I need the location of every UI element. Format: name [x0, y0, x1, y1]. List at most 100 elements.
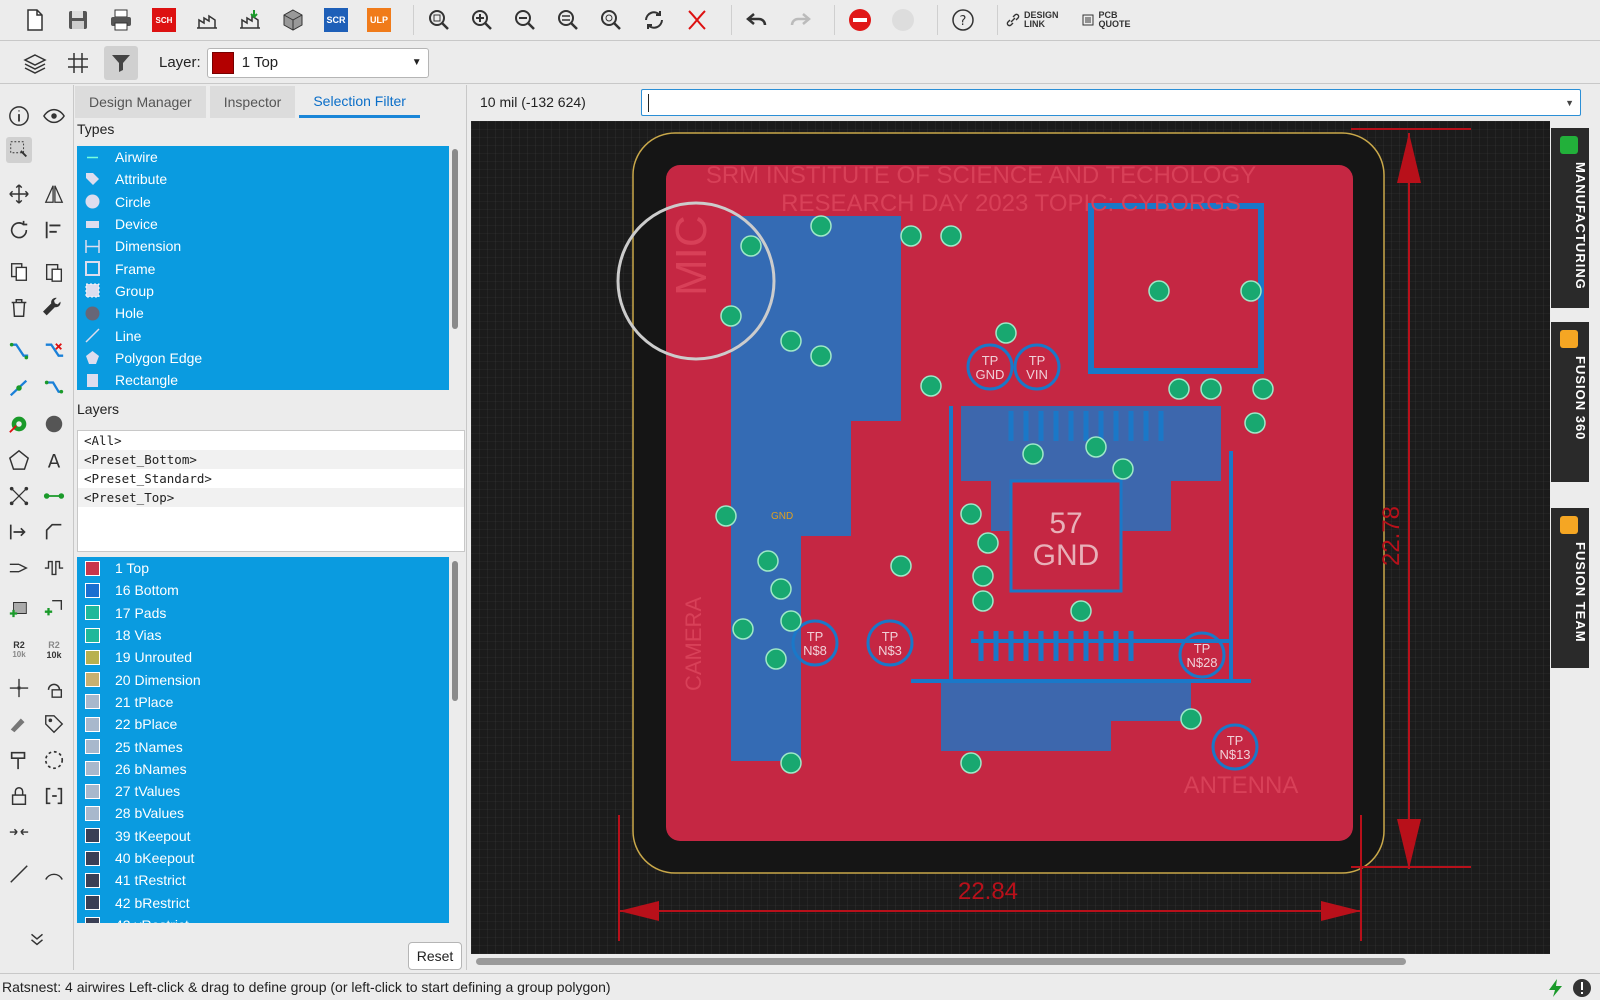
- layer-preset-item[interactable]: <Preset_Top>: [78, 488, 464, 507]
- new-file-icon[interactable]: [18, 3, 52, 37]
- layer-preset-item[interactable]: <Preset_Bottom>: [78, 450, 464, 469]
- type-item-device[interactable]: Device: [77, 213, 449, 235]
- info-icon[interactable]: [6, 103, 32, 129]
- layer-item[interactable]: 40 bKeepout: [77, 847, 449, 869]
- copy-icon[interactable]: [6, 259, 32, 285]
- attach-icon[interactable]: [6, 519, 32, 545]
- layer-preset-item[interactable]: <Preset_Standard>: [78, 469, 464, 488]
- sch-brd-switch-icon[interactable]: SCH: [147, 3, 181, 37]
- layer-item[interactable]: 27 tValues: [77, 780, 449, 802]
- ripup-icon[interactable]: [41, 339, 67, 365]
- zoom-out-icon[interactable]: [508, 3, 542, 37]
- layer-item[interactable]: 28 bValues: [77, 802, 449, 824]
- ulp-icon[interactable]: ULP: [362, 3, 396, 37]
- lightning-icon[interactable]: [1546, 978, 1566, 998]
- layer-item[interactable]: 42 bRestrict: [77, 891, 449, 913]
- horizontal-scrollbar[interactable]: [476, 958, 1406, 965]
- rotate-icon[interactable]: [6, 217, 32, 243]
- right-tab-fusion-360[interactable]: FUSION 360: [1551, 322, 1589, 482]
- grid-icon[interactable]: [61, 46, 95, 80]
- stop-icon[interactable]: [843, 3, 877, 37]
- layer-item[interactable]: 16 Bottom: [77, 579, 449, 601]
- layer-item[interactable]: 21 tPlace: [77, 691, 449, 713]
- board-canvas[interactable]: 57 GND SRM INSTITUTE OF SCIENCE AND TECH…: [471, 121, 1550, 954]
- cam-processor-icon[interactable]: [190, 3, 224, 37]
- go-icon[interactable]: [886, 3, 920, 37]
- layers-icon[interactable]: [18, 46, 52, 80]
- move-icon[interactable]: [6, 181, 32, 207]
- text-tool-icon[interactable]: A: [41, 447, 67, 473]
- type-item-attribute[interactable]: Attribute: [77, 168, 449, 190]
- tab-design-manager[interactable]: Design Manager: [75, 86, 206, 118]
- layer-item[interactable]: 17 Pads: [77, 602, 449, 624]
- wrench-icon[interactable]: [41, 295, 67, 321]
- group-select-icon[interactable]: [6, 137, 32, 163]
- filter-icon[interactable]: [104, 45, 138, 80]
- net-icon[interactable]: [6, 483, 32, 509]
- type-item-dimension[interactable]: Dimension: [77, 235, 449, 257]
- pcb-quote-button[interactable]: PCB QUOTE: [1081, 11, 1131, 29]
- type-item-group[interactable]: Group: [77, 280, 449, 302]
- line-tool-icon[interactable]: [6, 861, 32, 887]
- 3d-view-icon[interactable]: [276, 3, 310, 37]
- via-icon[interactable]: [6, 411, 32, 437]
- paint-icon[interactable]: [6, 711, 32, 737]
- command-input[interactable]: ▼: [641, 89, 1581, 116]
- polygon-tool-icon[interactable]: [6, 447, 32, 473]
- arc-tool-icon[interactable]: [41, 861, 67, 887]
- wave-icon[interactable]: [41, 555, 67, 581]
- zoom-last-icon[interactable]: [551, 3, 585, 37]
- layer-select[interactable]: 1 Top ▼: [206, 47, 429, 78]
- value-icon[interactable]: R2 10k: [41, 637, 67, 663]
- type-item-line[interactable]: Line: [77, 324, 449, 346]
- type-item-circle[interactable]: Circle: [77, 191, 449, 213]
- undo-icon[interactable]: [740, 3, 774, 37]
- save-icon[interactable]: [61, 3, 95, 37]
- expand-more-icon[interactable]: [24, 925, 50, 951]
- layer-item[interactable]: 20 Dimension: [77, 668, 449, 690]
- add-part-icon[interactable]: [6, 595, 32, 621]
- layer-item[interactable]: 22 bPlace: [77, 713, 449, 735]
- types-scrollbar[interactable]: [452, 149, 458, 329]
- script-icon[interactable]: SCR: [319, 3, 353, 37]
- tab-selection-filter[interactable]: Selection Filter: [299, 86, 420, 118]
- split-icon[interactable]: [6, 375, 32, 401]
- route-icon[interactable]: [6, 339, 32, 365]
- ratsnest-icon[interactable]: [680, 3, 714, 37]
- layer-item[interactable]: 26 bNames: [77, 758, 449, 780]
- layer-item[interactable]: 25 tNames: [77, 735, 449, 757]
- meander-icon[interactable]: [6, 555, 32, 581]
- miter-icon[interactable]: [41, 519, 67, 545]
- help-icon[interactable]: ?: [946, 3, 980, 37]
- collapse-icon[interactable]: [6, 819, 32, 845]
- redraw-icon[interactable]: [637, 3, 671, 37]
- dashed-circle-icon[interactable]: [41, 747, 67, 773]
- type-item-hole[interactable]: Hole: [77, 302, 449, 324]
- type-item-airwire[interactable]: Airwire: [77, 146, 449, 168]
- zoom-select-icon[interactable]: [594, 3, 628, 37]
- optimize-icon[interactable]: [41, 375, 67, 401]
- smash-icon[interactable]: [6, 675, 32, 701]
- layers-list[interactable]: 1 Top 16 Bottom 17 Pads 18 Vias 19 Unrouted 2…: [77, 557, 449, 923]
- manufacturing-export-icon[interactable]: [233, 3, 267, 37]
- redo-icon[interactable]: [783, 3, 817, 37]
- warning-icon[interactable]: [1572, 978, 1592, 998]
- tag-tool-icon[interactable]: [41, 711, 67, 737]
- align-icon[interactable]: [41, 217, 67, 243]
- layer-item[interactable]: 1 Top: [77, 557, 449, 579]
- layer-item[interactable]: 43 vRestrict: [77, 914, 449, 923]
- replace-part-icon[interactable]: [41, 595, 67, 621]
- right-tab-fusion-team[interactable]: FUSION TEAM: [1551, 508, 1589, 668]
- eye-icon[interactable]: [41, 103, 67, 129]
- type-item-rectangle[interactable]: Rectangle: [77, 369, 449, 390]
- tab-inspector[interactable]: Inspector: [209, 86, 296, 118]
- layer-item[interactable]: 18 Vias: [77, 624, 449, 646]
- design-link-button[interactable]: DESIGN LINK: [1006, 11, 1059, 29]
- delete-icon[interactable]: [6, 295, 32, 321]
- swap-icon[interactable]: [41, 675, 67, 701]
- print-icon[interactable]: [104, 3, 138, 37]
- layer-preset-item[interactable]: <All>: [78, 431, 464, 450]
- right-tab-manufacturing[interactable]: MANUFACTURING: [1551, 128, 1589, 308]
- zoom-fit-icon[interactable]: [422, 3, 456, 37]
- layers-scrollbar[interactable]: [452, 561, 458, 701]
